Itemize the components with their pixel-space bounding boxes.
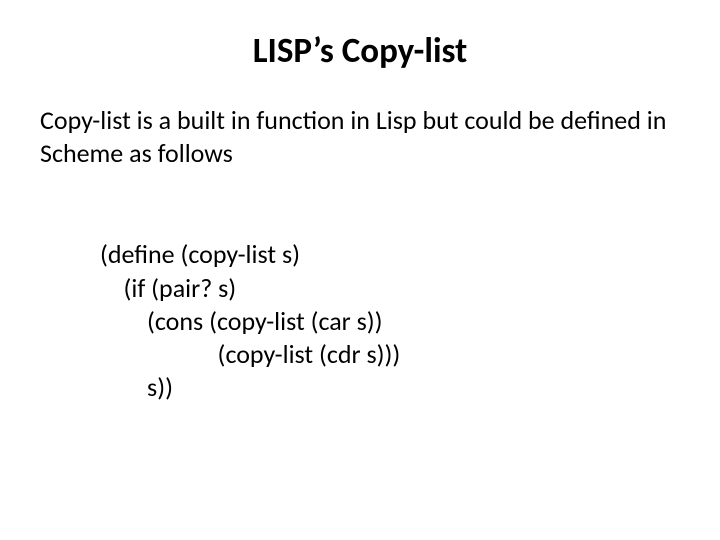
code-line: (copy-list (cdr s))): [100, 338, 400, 370]
code-line: (cons (copy-list (car s)): [100, 305, 383, 337]
code-line: (define (copy-list s): [100, 238, 300, 270]
intro-paragraph: Copy-list is a built in function in Lisp…: [40, 104, 680, 169]
slide: LISP’s Copy-list Copy-list is a built in…: [0, 0, 720, 540]
code-line: (if (pair? s): [100, 272, 236, 304]
slide-title: LISP’s Copy-list: [40, 30, 680, 72]
code-line: s)): [100, 371, 173, 403]
code-block: (define (copy-list s) (if (pair? s) (con…: [100, 205, 680, 405]
